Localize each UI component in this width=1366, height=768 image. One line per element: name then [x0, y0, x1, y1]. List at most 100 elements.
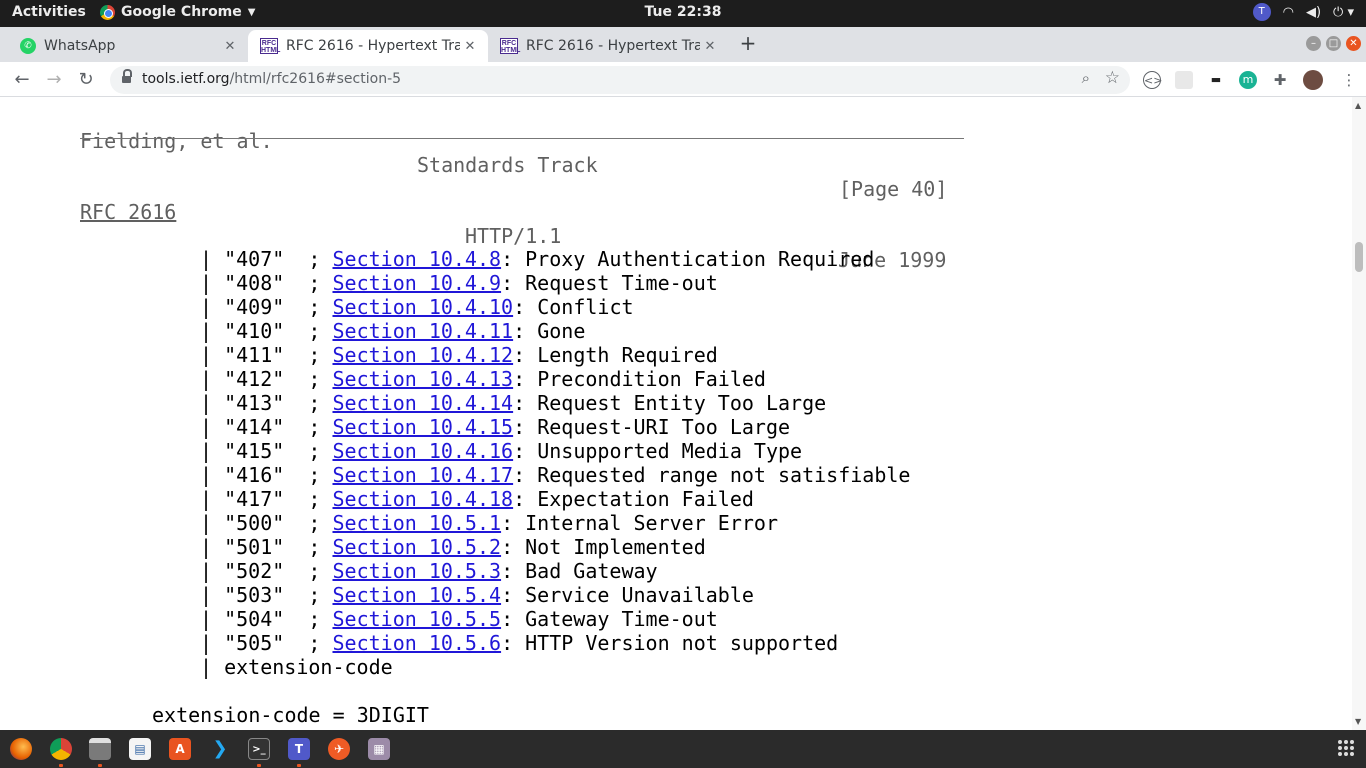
tab-whatsapp[interactable]: ✆ WhatsApp ✕ — [8, 30, 248, 62]
status-code-row: | "504" ; Section 10.5.5: Gateway Time-o… — [200, 607, 718, 631]
wifi-icon[interactable]: ◠ — [1283, 5, 1294, 20]
activities-button[interactable]: Activities — [12, 4, 86, 20]
section-link[interactable]: Section 10.4.16 — [332, 439, 513, 463]
status-code: "505" — [224, 631, 285, 655]
teams-tray-icon[interactable]: T — [1252, 3, 1271, 21]
menu-kebab-icon[interactable]: ⋮ — [1340, 71, 1358, 89]
section-link[interactable]: Section 10.4.9 — [332, 271, 501, 295]
row-separator: ; — [284, 343, 333, 367]
section-link[interactable]: Section 10.4.14 — [332, 391, 513, 415]
puzzle-icon[interactable]: ✚ — [1271, 71, 1289, 89]
row-separator: ; — [284, 295, 333, 319]
postman-icon[interactable]: ✈ — [328, 738, 350, 760]
row-separator: ; — [284, 511, 333, 535]
status-code-row: | "501" ; Section 10.5.2: Not Implemente… — [200, 535, 706, 559]
footer-track: Standards Track — [417, 153, 598, 177]
text-editor-icon[interactable]: ▤ — [129, 738, 151, 760]
extension-icon[interactable] — [1175, 71, 1193, 89]
status-code-row: | "409" ; Section 10.4.10: Conflict — [200, 295, 634, 319]
status-description: : Bad Gateway — [501, 559, 658, 583]
new-tab-button[interactable]: + — [738, 33, 758, 53]
vertical-scrollbar[interactable]: ▲ ▼ — [1352, 97, 1366, 730]
scrollbar-thumb[interactable] — [1355, 242, 1363, 272]
status-description: : Request-URI Too Large — [513, 415, 791, 439]
row-separator: ; — [284, 391, 333, 415]
software-icon[interactable]: A — [169, 738, 191, 760]
extension-icon[interactable]: ▬ — [1207, 71, 1225, 89]
avatar[interactable] — [1303, 70, 1323, 90]
clock[interactable]: Tue 22:38 — [645, 4, 722, 20]
rfc-icon: RFC HTML — [500, 38, 521, 54]
status-description: : Proxy Authentication Required — [501, 247, 875, 271]
row-separator: ; — [284, 415, 333, 439]
zoom-icon[interactable]: ⌕ — [1082, 69, 1090, 87]
running-indicator — [98, 764, 102, 767]
section-link[interactable]: Section 10.4.11 — [332, 319, 513, 343]
status-code: "500" — [224, 511, 285, 535]
vscode-icon[interactable]: ❯ — [209, 738, 231, 760]
extension-icon[interactable]: <> — [1143, 71, 1162, 89]
minimize-button[interactable]: – — [1306, 36, 1321, 51]
address-bar[interactable]: tools.ietf.org/html/rfc2616#section-5 ⌕ … — [110, 66, 1130, 94]
status-description: : Precondition Failed — [513, 367, 766, 391]
archive-icon[interactable]: ▦ — [368, 738, 390, 760]
tab-rfc2616[interactable]: RFC HTML RFC 2616 - Hypertext Tran ✕ — [488, 30, 728, 62]
maximize-button[interactable]: □ — [1326, 36, 1341, 51]
extension-code-text: | extension-code — [200, 655, 393, 679]
lock-icon[interactable] — [122, 69, 132, 84]
volume-icon[interactable]: ◀) — [1306, 5, 1321, 20]
section-link[interactable]: Section 10.5.5 — [332, 607, 501, 631]
close-icon[interactable]: ✕ — [220, 39, 240, 54]
scroll-down-arrow-icon[interactable]: ▼ — [1355, 717, 1361, 726]
forward-button[interactable]: → — [42, 68, 66, 92]
running-indicator — [257, 764, 261, 767]
section-link[interactable]: Section 10.5.4 — [332, 583, 501, 607]
row-bar: | — [200, 487, 225, 511]
files-icon[interactable] — [89, 738, 111, 760]
scroll-up-arrow-icon[interactable]: ▲ — [1355, 101, 1361, 110]
app-menu[interactable]: Google Chrome ▼ — [100, 4, 255, 20]
row-separator: ; — [284, 439, 333, 463]
teams-icon[interactable]: T — [288, 738, 310, 760]
row-separator: ; — [284, 271, 333, 295]
section-link[interactable]: Section 10.4.15 — [332, 415, 513, 439]
extension-icon[interactable]: m — [1239, 71, 1257, 89]
status-code: "415" — [224, 439, 285, 463]
terminal-icon[interactable]: >_ — [248, 738, 270, 760]
extension-code-definition: extension-code = 3DIGIT — [152, 703, 429, 727]
section-link[interactable]: Section 10.4.13 — [332, 367, 513, 391]
section-link[interactable]: Section 10.4.17 — [332, 463, 513, 487]
show-applications-icon[interactable] — [1338, 740, 1354, 756]
section-link[interactable]: Section 10.5.1 — [332, 511, 501, 535]
page-divider — [80, 138, 964, 139]
status-code-row: | "505" ; Section 10.5.6: HTTP Version n… — [200, 631, 838, 655]
close-window-button[interactable]: ✕ — [1346, 36, 1361, 51]
firefox-icon[interactable] — [10, 738, 32, 760]
close-icon[interactable]: ✕ — [700, 39, 720, 54]
section-link[interactable]: Section 10.4.18 — [332, 487, 513, 511]
section-link[interactable]: Section 10.5.3 — [332, 559, 501, 583]
row-separator: ; — [284, 583, 333, 607]
header-protocol: HTTP/1.1 — [465, 224, 562, 248]
reload-button[interactable]: ↻ — [74, 68, 98, 92]
tab-title: RFC 2616 - Hypertext Tran — [286, 38, 460, 54]
section-link[interactable]: Section 10.4.8 — [332, 247, 501, 271]
status-code-row: | "413" ; Section 10.4.14: Request Entit… — [200, 391, 826, 415]
system-tray[interactable]: T ◠ ◀) ⏻ ▾ — [1252, 3, 1354, 21]
section-link[interactable]: Section 10.5.2 — [332, 535, 501, 559]
tab-rfc2616-active[interactable]: RFC HTML RFC 2616 - Hypertext Tran ✕ — [248, 30, 488, 62]
url-text[interactable]: tools.ietf.org/html/rfc2616#section-5 — [142, 71, 401, 87]
power-icon[interactable]: ⏻ ▾ — [1333, 5, 1354, 20]
rfc-header-link[interactable]: RFC 2616 — [80, 200, 176, 224]
status-code: "414" — [224, 415, 285, 439]
running-indicator — [59, 764, 63, 767]
back-button[interactable]: ← — [10, 68, 34, 92]
section-link[interactable]: Section 10.5.6 — [332, 631, 501, 655]
chrome-icon[interactable] — [50, 738, 72, 760]
bookmark-star-icon[interactable]: ☆ — [1105, 68, 1120, 88]
close-icon[interactable]: ✕ — [460, 39, 480, 54]
whatsapp-icon: ✆ — [20, 38, 36, 54]
section-link[interactable]: Section 10.4.12 — [332, 343, 513, 367]
section-link[interactable]: Section 10.4.10 — [332, 295, 513, 319]
status-description: : Service Unavailable — [501, 583, 754, 607]
